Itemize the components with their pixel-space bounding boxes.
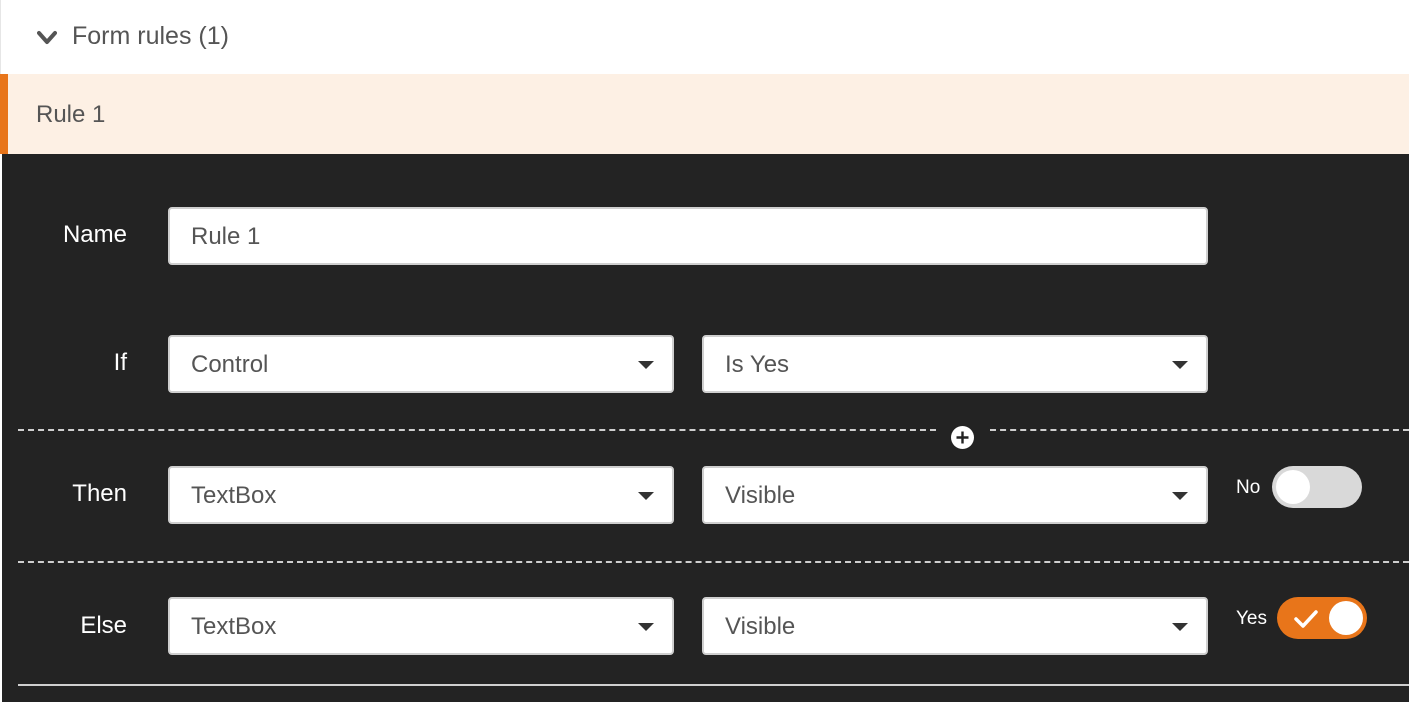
else-action-select[interactable]: Visible [702, 597, 1208, 655]
else-field-select[interactable]: TextBox [168, 597, 674, 655]
else-visibility-toggle[interactable] [1277, 597, 1367, 639]
section-title: Form rules (1) [72, 22, 229, 50]
caret-down-icon [638, 492, 654, 500]
toggle-knob [1329, 601, 1363, 635]
add-condition-button[interactable] [951, 426, 974, 449]
if-label: If [113, 349, 127, 376]
then-field-value: TextBox [191, 482, 277, 509]
divider [18, 429, 936, 431]
if-field-select[interactable]: Control [168, 335, 674, 393]
then-field-select[interactable]: TextBox [168, 466, 674, 524]
chevron-down-icon[interactable] [37, 28, 57, 48]
then-visibility-toggle[interactable] [1272, 466, 1362, 508]
active-indicator [0, 74, 8, 154]
divider [990, 429, 1409, 431]
rule-tab-label: Rule 1 [36, 101, 106, 128]
rule-tab[interactable] [0, 74, 1409, 154]
if-field-value: Control [191, 351, 269, 378]
caret-down-icon [638, 623, 654, 631]
check-icon [1294, 610, 1318, 628]
else-toggle-label: Yes [1236, 608, 1267, 629]
else-label: Else [80, 612, 127, 639]
else-field-value: TextBox [191, 613, 277, 640]
plus-icon [956, 431, 969, 444]
then-toggle-label: No [1236, 477, 1261, 498]
caret-down-icon [638, 361, 654, 369]
else-action-value: Visible [725, 613, 796, 640]
then-action-select[interactable]: Visible [702, 466, 1208, 524]
then-action-value: Visible [725, 482, 796, 509]
rule-name-value: Rule 1 [191, 223, 261, 250]
rule-name-input[interactable]: Rule 1 [168, 207, 1208, 265]
form-rules-header[interactable]: Form rules (1) [0, 0, 1409, 74]
divider [18, 684, 1409, 686]
caret-down-icon [1172, 361, 1188, 369]
if-condition-select[interactable]: Is Yes [702, 335, 1208, 393]
caret-down-icon [1172, 623, 1188, 631]
then-label: Then [72, 480, 127, 507]
caret-down-icon [1172, 492, 1188, 500]
name-label: Name [62, 221, 127, 248]
if-condition-value: Is Yes [725, 351, 790, 378]
divider [18, 561, 1409, 563]
toggle-knob [1276, 470, 1310, 504]
